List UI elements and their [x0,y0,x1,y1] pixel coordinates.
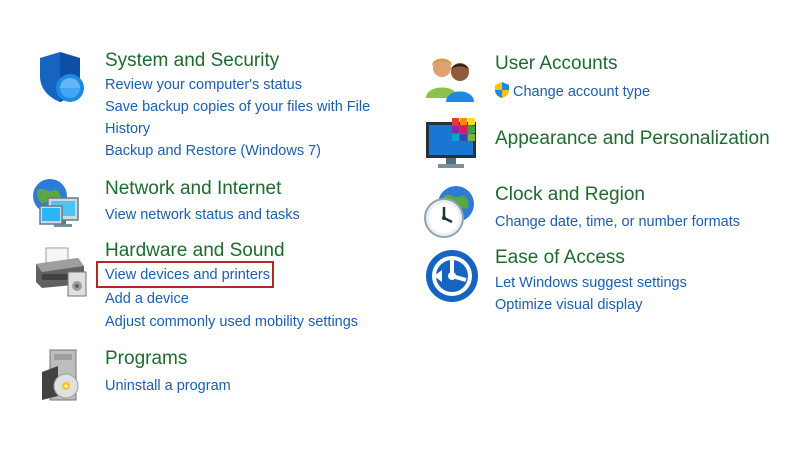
clock-region-title[interactable]: Clock and Region [495,184,645,206]
backup-restore-link[interactable]: Backup and Restore (Windows 7) [105,142,321,160]
review-status-link[interactable]: Review your computer's status [105,76,302,94]
ease-of-access-icon[interactable] [424,248,480,304]
date-time-formats-link[interactable]: Change date, time, or number formats [495,213,740,231]
programs-disc-icon[interactable] [36,348,92,404]
shield-icon[interactable] [34,50,90,106]
uninstall-program-link[interactable]: Uninstall a program [105,377,231,395]
mobility-settings-link[interactable]: Adjust commonly used mobility settings [105,313,358,331]
windows-suggest-link[interactable]: Let Windows suggest settings [495,274,687,292]
add-device-link[interactable]: Add a device [105,290,189,308]
user-accounts-title[interactable]: User Accounts [495,53,618,75]
optimize-display-link[interactable]: Optimize visual display [495,296,642,314]
appearance-title[interactable]: Appearance and Personalization [495,128,770,150]
system-security-title[interactable]: System and Security [105,50,279,72]
users-icon[interactable] [424,52,480,108]
ease-access-title[interactable]: Ease of Access [495,247,625,269]
network-status-link[interactable]: View network status and tasks [105,206,300,224]
change-account-type-link[interactable]: Change account type [513,83,650,101]
network-globe-icon[interactable] [30,176,86,232]
hardware-sound-title[interactable]: Hardware and Sound [105,240,285,262]
clock-globe-icon[interactable] [422,184,478,240]
printer-icon[interactable] [32,244,88,300]
uac-shield-icon [495,82,509,98]
devices-printers-link[interactable]: View devices and printers [105,266,270,284]
monitor-colors-icon[interactable] [424,116,480,172]
programs-title[interactable]: Programs [105,348,187,370]
network-internet-title[interactable]: Network and Internet [105,178,281,200]
file-history-link[interactable]: Save backup copies of your files with Fi… [105,96,385,140]
